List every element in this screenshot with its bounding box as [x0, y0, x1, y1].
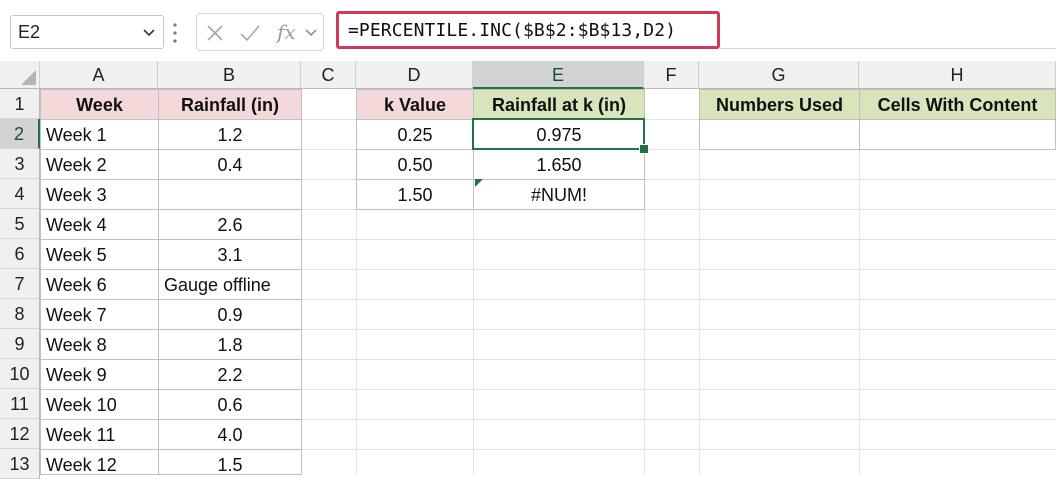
cell-a12[interactable]: Week 11	[40, 419, 159, 450]
header-rainfall[interactable]: Rainfall (in)	[158, 89, 302, 120]
column-header-g[interactable]: G	[699, 61, 859, 89]
row-header-10[interactable]: 10	[0, 359, 40, 389]
cell-a11[interactable]: Week 10	[40, 389, 159, 420]
cell-b4[interactable]	[158, 179, 302, 210]
column-header-c[interactable]: C	[301, 61, 356, 89]
select-all-icon	[21, 70, 36, 85]
cell-b8[interactable]: 0.9	[158, 299, 302, 330]
cell-b5[interactable]: 2.6	[158, 209, 302, 240]
cell-a10[interactable]: Week 9	[40, 359, 159, 390]
enter-check-icon[interactable]	[239, 23, 261, 43]
fill-handle[interactable]	[639, 144, 649, 154]
error-indicator-icon[interactable]	[475, 179, 483, 187]
cell-b13[interactable]: 1.5	[158, 449, 302, 475]
more-options-icon[interactable]	[172, 22, 178, 44]
row-header-11[interactable]: 11	[0, 389, 40, 419]
cell-g2[interactable]	[699, 119, 860, 150]
header-numbers-used[interactable]: Numbers Used	[699, 89, 860, 120]
cell-a6[interactable]: Week 5	[40, 239, 159, 270]
cell-d2[interactable]: 0.25	[356, 119, 474, 150]
row-header-12[interactable]: 12	[0, 419, 40, 449]
cell-a8[interactable]: Week 7	[40, 299, 159, 330]
cell-b6[interactable]: 3.1	[158, 239, 302, 270]
cell-a2[interactable]: Week 1	[40, 119, 159, 150]
cell-b12[interactable]: 4.0	[158, 419, 302, 450]
cell-a5[interactable]: Week 4	[40, 209, 159, 240]
formula-text: =PERCENTILE.INC($B$2:$B$13,D2)	[348, 20, 677, 41]
cell-b10[interactable]: 2.2	[158, 359, 302, 390]
cell-b2[interactable]: 1.2	[158, 119, 302, 150]
cell-h2[interactable]	[859, 119, 1056, 150]
cancel-icon[interactable]	[205, 23, 225, 43]
cell-e4[interactable]: #NUM!	[473, 179, 645, 210]
header-week[interactable]: Week	[40, 89, 159, 120]
formula-bar-divider	[720, 48, 1056, 49]
cell-a13[interactable]: Week 12	[40, 449, 159, 475]
column-header-b[interactable]: B	[158, 61, 301, 89]
formula-buttons: fx	[196, 13, 324, 51]
insert-function-icon[interactable]: fx	[277, 20, 296, 44]
cell-b11[interactable]: 0.6	[158, 389, 302, 420]
cell-b3[interactable]: 0.4	[158, 149, 302, 180]
cell-a7[interactable]: Week 6	[40, 269, 159, 300]
cell-a9[interactable]: Week 8	[40, 329, 159, 360]
active-cell-border	[472, 118, 645, 150]
column-header-f[interactable]: F	[644, 61, 699, 89]
cell-a3[interactable]: Week 2	[40, 149, 159, 180]
row-header-5[interactable]: 5	[0, 209, 40, 239]
header-rainfall-at-k[interactable]: Rainfall at k (in)	[473, 89, 645, 120]
row-header-4[interactable]: 4	[0, 179, 40, 209]
row-header-6[interactable]: 6	[0, 239, 40, 269]
column-header-d[interactable]: D	[356, 61, 473, 89]
column-header-h[interactable]: H	[859, 61, 1056, 89]
row-header-2[interactable]: 2	[0, 119, 40, 149]
cell-b9[interactable]: 1.8	[158, 329, 302, 360]
header-k-value[interactable]: k Value	[356, 89, 474, 120]
name-box[interactable]: E2	[10, 15, 164, 49]
row-header-3[interactable]: 3	[0, 149, 40, 179]
chevron-down-icon[interactable]	[141, 24, 157, 40]
chevron-down-icon[interactable]	[304, 26, 318, 40]
formula-input[interactable]: =PERCENTILE.INC($B$2:$B$13,D2)	[336, 11, 720, 49]
header-cells-with-content[interactable]: Cells With Content	[859, 89, 1056, 120]
row-header-9[interactable]: 9	[0, 329, 40, 359]
row-header-8[interactable]: 8	[0, 299, 40, 329]
cell-a4[interactable]: Week 3	[40, 179, 159, 210]
column-header-e[interactable]: E	[473, 61, 644, 89]
formula-bar-area: E2 fx =PERCENTILE.INC($B$2:$B$13,D2)	[0, 0, 1056, 64]
select-all-button[interactable]	[0, 61, 40, 89]
column-header-a[interactable]: A	[40, 61, 158, 89]
cell-e3[interactable]: 1.650	[473, 149, 645, 180]
cell-d4[interactable]: 1.50	[356, 179, 474, 210]
row-header-1[interactable]: 1	[0, 89, 40, 119]
name-box-value: E2	[18, 22, 41, 42]
cell-b7[interactable]: Gauge offline	[158, 269, 302, 300]
row-header-7[interactable]: 7	[0, 269, 40, 299]
cell-d3[interactable]: 0.50	[356, 149, 474, 180]
